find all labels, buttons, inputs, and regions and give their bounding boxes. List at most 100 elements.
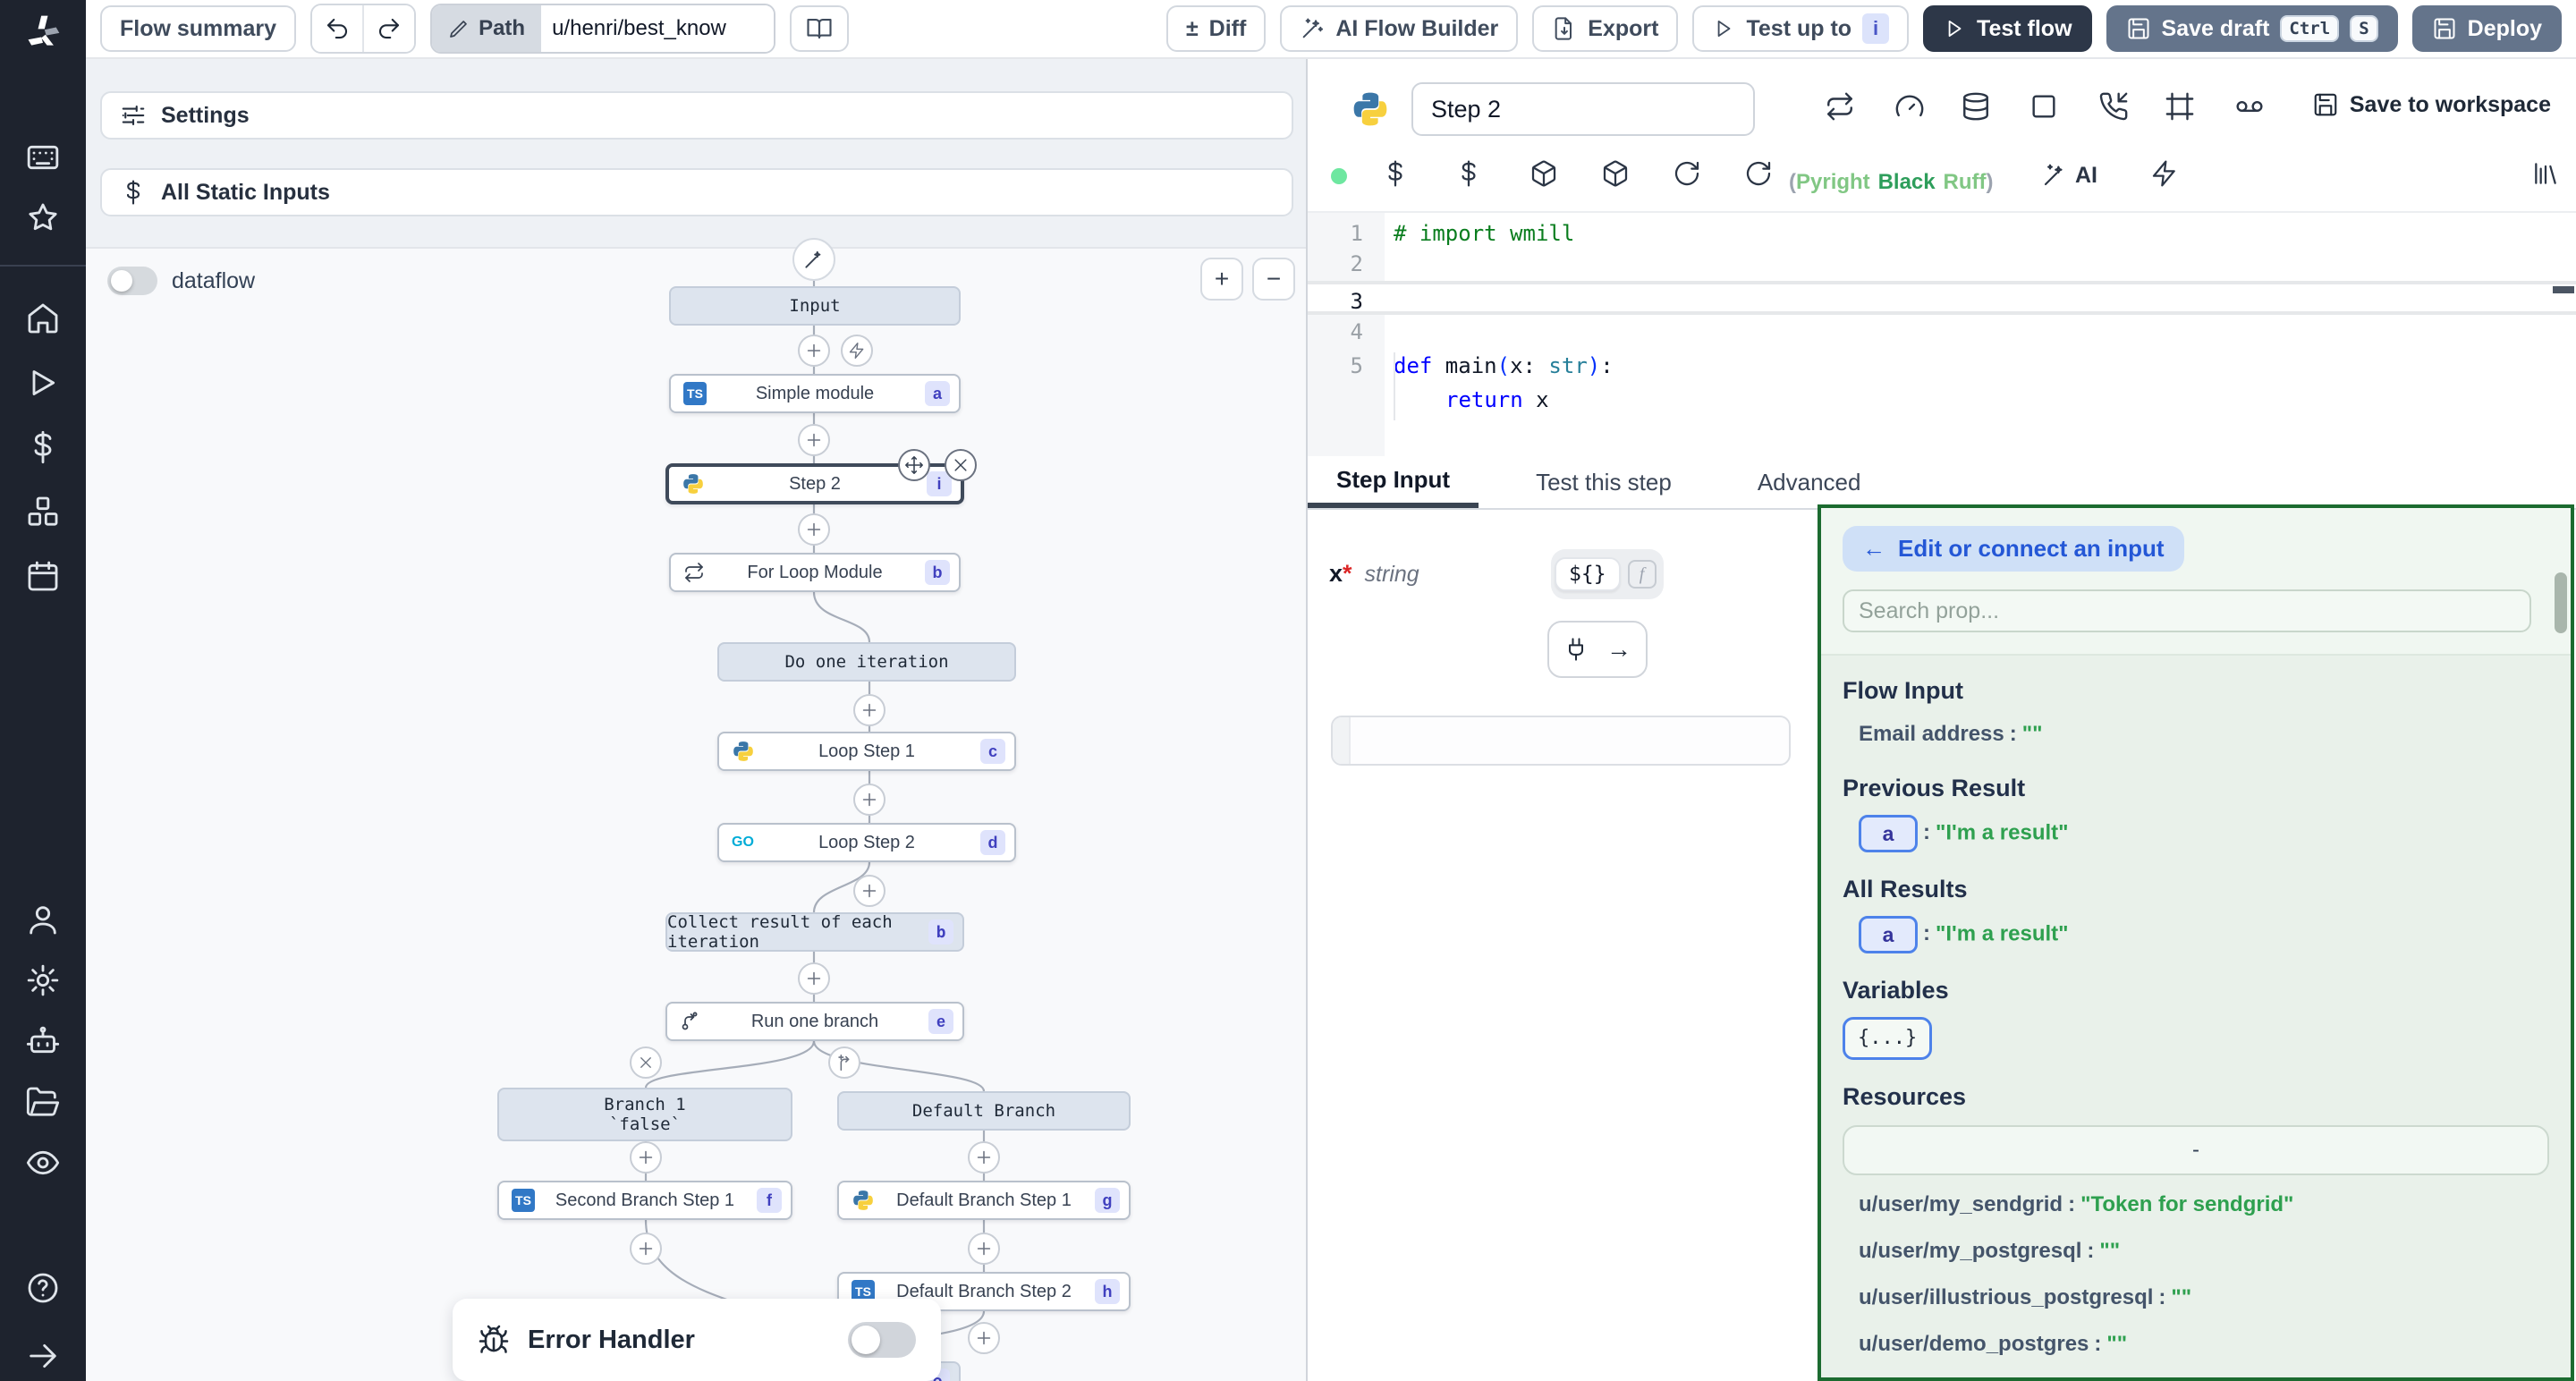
- apps-icon[interactable]: [25, 140, 61, 175]
- docs-button[interactable]: [790, 5, 849, 52]
- reload-icon[interactable]: [1673, 159, 1705, 191]
- env-dollar-icon[interactable]: [1454, 159, 1487, 191]
- node-for-loop[interactable]: For Loop Module b: [669, 553, 961, 592]
- windmill-logo-icon[interactable]: [23, 13, 63, 52]
- insert-step-button[interactable]: [798, 424, 830, 456]
- resource-row[interactable]: u/user/illustrious_postgresql:"": [1859, 1281, 2549, 1315]
- trigger-button[interactable]: [841, 335, 873, 367]
- runs-icon[interactable]: [25, 365, 61, 401]
- plug-icon[interactable]: [1563, 637, 1589, 662]
- save-draft-button[interactable]: Save draft Ctrl S: [2106, 5, 2398, 52]
- retry-icon[interactable]: [1825, 91, 1860, 127]
- node-run-one-branch[interactable]: Run one branch e: [665, 1002, 964, 1041]
- audit-eye-icon[interactable]: [25, 1145, 61, 1181]
- argument-value-input[interactable]: [1331, 716, 1791, 766]
- resource-row[interactable]: u/user/demo_postgres:"": [1859, 1327, 2549, 1361]
- lightning-icon[interactable]: [2150, 159, 2182, 191]
- node-do-one-iteration[interactable]: Do one iteration: [717, 642, 1016, 682]
- resource-row[interactable]: u/user/my_postgresql:"": [1859, 1234, 2549, 1268]
- node-simple-module[interactable]: TS Simple module a: [669, 374, 961, 413]
- workers-bot-icon[interactable]: [25, 1023, 61, 1059]
- prop-row[interactable]: a:"I'm a result": [1859, 916, 2549, 953]
- variables-icon[interactable]: [25, 429, 61, 465]
- template-mode-button[interactable]: ${}: [1555, 557, 1621, 591]
- prop-row[interactable]: Email address:"": [1859, 717, 2549, 751]
- resource-picker[interactable]: -: [1843, 1125, 2549, 1175]
- undo-button[interactable]: [312, 5, 362, 52]
- result-id-badge[interactable]: a: [1859, 916, 1918, 953]
- settings-gear-icon[interactable]: [25, 962, 61, 998]
- node-input[interactable]: Input: [669, 286, 961, 326]
- insert-step-button[interactable]: [853, 875, 886, 907]
- resource-row[interactable]: u/ruben-user/u/ruben-user/my_flow_2/g/al…: [1859, 1374, 2549, 1381]
- move-node-button[interactable]: [898, 449, 930, 481]
- package-icon[interactable]: [1601, 159, 1633, 191]
- insert-step-button[interactable]: [798, 962, 830, 995]
- insert-step-button[interactable]: [853, 694, 886, 726]
- assistant-ruff[interactable]: Ruff: [1944, 170, 1987, 194]
- tab-advanced[interactable]: Advanced: [1729, 456, 1890, 508]
- redo-button[interactable]: [362, 5, 414, 52]
- ai-flow-builder-button[interactable]: AI Flow Builder: [1280, 5, 1518, 52]
- insert-step-button[interactable]: [798, 513, 830, 546]
- remove-branch-button[interactable]: [630, 1046, 662, 1079]
- step-name-input[interactable]: [1411, 82, 1755, 136]
- home-icon[interactable]: [25, 301, 61, 336]
- javascript-mode-button[interactable]: f: [1624, 556, 1660, 592]
- assistant-black[interactable]: Black: [1878, 170, 1936, 194]
- test-flow-button[interactable]: Test flow: [1923, 5, 2091, 52]
- favorites-star-icon[interactable]: [25, 200, 61, 236]
- schedules-icon[interactable]: [25, 558, 61, 594]
- users-icon[interactable]: [25, 902, 61, 937]
- suspend-frame-icon[interactable]: [2165, 91, 2200, 127]
- node-loop-step-2[interactable]: GO Loop Step 2 d: [717, 823, 1016, 862]
- tab-test-this-step[interactable]: Test this step: [1507, 456, 1700, 508]
- test-up-to-button[interactable]: Test up to i: [1692, 5, 1909, 52]
- add-branch-button[interactable]: [828, 1046, 860, 1079]
- resources-icon[interactable]: [25, 494, 61, 530]
- node-default-branch-step-1[interactable]: Default Branch Step 1 g: [837, 1181, 1131, 1220]
- path-button[interactable]: Path: [432, 5, 541, 52]
- package-icon[interactable]: [1530, 159, 1562, 191]
- result-id-badge[interactable]: a: [1859, 815, 1918, 852]
- insert-step-button[interactable]: [968, 1233, 1000, 1265]
- node-second-branch-step-1[interactable]: TS Second Branch Step 1 f: [497, 1181, 792, 1220]
- folders-icon[interactable]: [25, 1084, 61, 1120]
- prop-row[interactable]: a:"I'm a result": [1859, 815, 2549, 852]
- node-default-branch[interactable]: Default Branch: [837, 1091, 1131, 1131]
- help-icon[interactable]: [25, 1270, 61, 1306]
- code-editor[interactable]: 1# import wmill 2 3 4 def main(x: str): …: [1308, 211, 2576, 458]
- insert-step-button[interactable]: [630, 1141, 662, 1173]
- insert-step-button[interactable]: [630, 1233, 662, 1265]
- static-inputs-dollar-icon[interactable]: [1381, 159, 1413, 191]
- node-loop-step-1[interactable]: Loop Step 1 c: [717, 732, 1016, 771]
- export-button[interactable]: Export: [1532, 5, 1678, 52]
- diff-button[interactable]: ± Diff: [1166, 5, 1266, 52]
- arrow-right-icon[interactable]: →: [1606, 635, 1631, 664]
- save-to-workspace-button[interactable]: Save to workspace: [2312, 91, 2551, 118]
- variables-object-badge[interactable]: {...}: [1843, 1017, 1932, 1060]
- early-stop-phone-icon[interactable]: [2098, 91, 2134, 127]
- gauge-icon[interactable]: [1894, 91, 1930, 127]
- edit-or-connect-back-button[interactable]: ← Edit or connect an input: [1843, 526, 2184, 572]
- prop-search-input[interactable]: [1843, 589, 2531, 632]
- deploy-button[interactable]: Deploy: [2412, 5, 2562, 52]
- insert-step-button[interactable]: [853, 784, 886, 816]
- reload-icon[interactable]: [1744, 159, 1776, 191]
- node-collect-result[interactable]: Collect result of each iteration b: [665, 912, 964, 952]
- prop-row[interactable]: {...}: [1843, 1017, 2549, 1060]
- insert-step-button[interactable]: [798, 335, 830, 367]
- node-branch-1[interactable]: Branch 1 `false`: [497, 1088, 792, 1141]
- delete-node-button[interactable]: [945, 449, 977, 481]
- insert-step-button[interactable]: [968, 1141, 1000, 1173]
- tab-step-input[interactable]: Step Input: [1308, 456, 1479, 508]
- assistant-pyright[interactable]: Pyright: [1796, 170, 1870, 194]
- error-handler-toggle[interactable]: [848, 1322, 916, 1358]
- scrollbar-thumb[interactable]: [2555, 572, 2567, 633]
- insert-step-button[interactable]: [968, 1322, 1000, 1354]
- concurrency-square-icon[interactable]: [2029, 91, 2064, 127]
- path-input[interactable]: [541, 5, 774, 52]
- ai-assistant-button[interactable]: AI: [2041, 159, 2097, 191]
- collapse-arrow-icon[interactable]: [25, 1338, 61, 1374]
- resource-row[interactable]: u/user/my_sendgrid:"Token for sendgrid": [1859, 1188, 2549, 1222]
